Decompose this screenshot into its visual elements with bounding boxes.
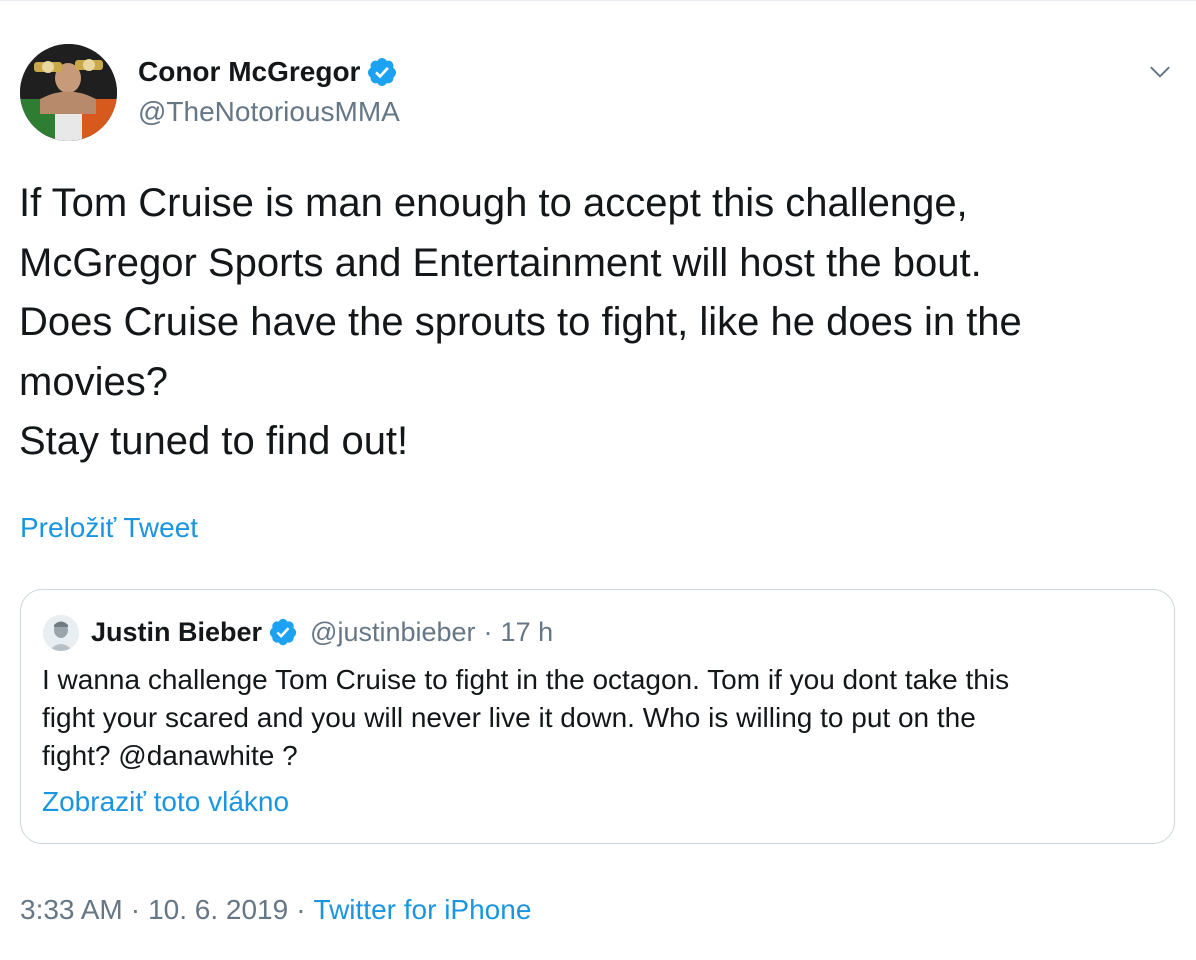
author-handle[interactable]: @TheNotoriousMMA — [138, 96, 400, 128]
author-name-text: Conor McGregor — [138, 56, 361, 87]
separator-dot: · — [483, 616, 493, 647]
avatar-photo-icon — [20, 44, 117, 141]
quoted-line: I wanna challenge Tom Cruise to fight in… — [42, 664, 1010, 695]
quoted-line: fight? @danawhite ? — [42, 740, 298, 771]
tweet-line: If Tom Cruise is man enough to accept th… — [19, 181, 968, 225]
author-avatar[interactable] — [20, 44, 117, 141]
more-options-button[interactable] — [1144, 57, 1176, 87]
show-thread-link[interactable]: Zobraziť toto vlákno — [42, 786, 289, 818]
tweet-time[interactable]: 3:33 AM — [20, 894, 123, 926]
tweet-body: If Tom Cruise is man enough to accept th… — [19, 174, 1169, 472]
separator-dot: · — [296, 894, 306, 925]
verified-badge-icon — [268, 617, 298, 647]
tweet-line: McGregor Sports and Entertainment will h… — [19, 240, 982, 285]
quoted-author-name[interactable]: Justin Bieber — [91, 617, 262, 648]
quoted-header: Justin Bieber @justinbieber · 17 h — [91, 614, 553, 650]
tweet-line: Stay tuned to find out! — [19, 419, 409, 463]
verified-badge-icon — [366, 56, 398, 88]
quoted-tweet-body: I wanna challenge Tom Cruise to fight in… — [42, 661, 1152, 775]
tweet-line: Does Cruise have the sprouts to fight, l… — [19, 300, 1022, 344]
tweet-source-link[interactable]: Twitter for iPhone — [314, 894, 532, 926]
quoted-timestamp[interactable]: 17 h — [501, 617, 554, 648]
quoted-tweet-card[interactable]: Justin Bieber @justinbieber · 17 h I wan… — [20, 589, 1175, 844]
quoted-line: fight your scared and you will never liv… — [42, 702, 976, 733]
tweet-line: movies? — [19, 359, 168, 404]
chevron-down-icon — [1150, 66, 1170, 78]
avatar-photo-icon — [43, 615, 79, 651]
author-name[interactable]: Conor McGregor — [138, 56, 398, 88]
translate-tweet-link[interactable]: Preložiť Tweet — [20, 512, 198, 544]
tweet-detail: Conor McGregor @TheNotoriousMMA If Tom C… — [0, 0, 1196, 960]
quoted-author-avatar[interactable] — [43, 615, 79, 651]
tweet-date[interactable]: 10. 6. 2019 — [148, 894, 288, 926]
quoted-author-handle: @justinbieber — [310, 616, 476, 647]
tweet-metadata: 3:33 AM · 10. 6. 2019 · Twitter for iPho… — [20, 894, 531, 926]
separator-dot: · — [130, 894, 141, 925]
